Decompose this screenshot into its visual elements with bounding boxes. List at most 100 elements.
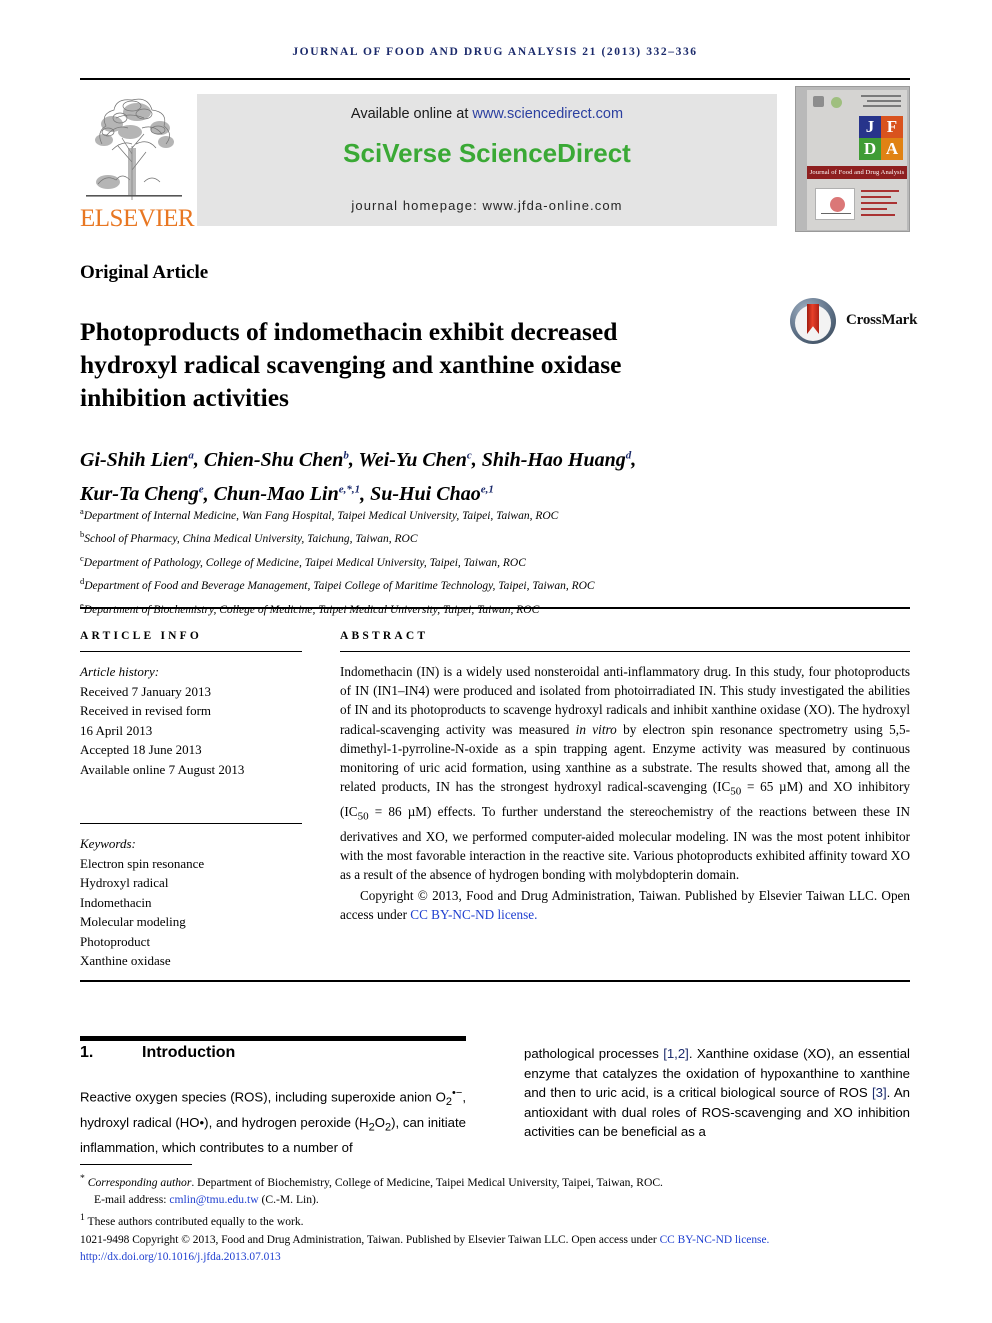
section-heading-bar — [80, 1036, 466, 1041]
article-history-item: Received in revised form — [80, 703, 212, 718]
email-link[interactable]: cmlin@tmu.edu.tw — [169, 1193, 258, 1206]
cover-masthead-line-3 — [863, 105, 901, 107]
cover-top-icons — [813, 96, 853, 110]
cover-icon-left — [813, 96, 824, 107]
section-title: Introduction — [142, 1044, 236, 1061]
body-column-right: pathological processes [1,2]. Xanthine o… — [524, 1046, 911, 1140]
article-info-rule — [80, 651, 302, 652]
abstract-copyright: Copyright © 2013, Food and Drug Administ… — [340, 886, 910, 924]
doi-link[interactable]: http://dx.doi.org/10.1016/j.jfda.2013.07… — [80, 1249, 910, 1266]
abstract-column: ABSTRACT Indomethacin (IN) is a widely u… — [340, 630, 910, 924]
section-number: 1. — [80, 1044, 94, 1061]
footnote-mark-one: 1 — [80, 1212, 85, 1224]
crossmark-label: CrossMark — [846, 312, 918, 328]
cover-masthead-lines — [859, 95, 901, 107]
cover-title-text: Journal of Food and Drug Analysis — [809, 169, 905, 176]
article-history-item: Received 7 January 2013 — [80, 683, 212, 699]
abstract-body: Indomethacin (IN) is a widely used nonst… — [340, 662, 910, 924]
corresponding-author-address: . Department of Biochemistry, College of… — [191, 1175, 663, 1189]
body-column-left: Reactive oxygen species (ROS), including… — [80, 1087, 466, 1155]
email-label: E-mail address: — [94, 1193, 170, 1207]
citation-ref[interactable]: [3] — [872, 1085, 887, 1100]
journal-homepage-line[interactable]: journal homepage: www.jfda-online.com — [197, 198, 777, 213]
keywords-rule — [80, 823, 302, 824]
article-info-heading: ARTICLE INFO — [80, 630, 203, 642]
affiliation-text: Department of Biochemistry, College of M… — [83, 603, 540, 616]
cover-figure-thumbnail — [815, 188, 855, 220]
available-online-prefix: Available online at — [350, 106, 473, 122]
affiliation-item: aDepartment of Internal Medicine, Wan Fa… — [80, 502, 880, 525]
affiliation-text: School of Pharmacy, China Medical Univer… — [84, 533, 418, 546]
affiliation-text: Department of Pathology, College of Medi… — [83, 556, 526, 569]
keyword-item: Hydroxyl radical — [80, 875, 169, 890]
article-type-label: Original Article — [80, 262, 209, 283]
corresponding-author-label: Corresponding author — [87, 1175, 192, 1189]
author-name[interactable]: Shih-Hao Huangd — [482, 449, 631, 471]
article-history-item: Accepted 18 June 2013 — [80, 742, 202, 757]
cover-masthead-line-1 — [861, 95, 901, 97]
cover-icon-right — [831, 97, 842, 108]
journal-cover-inner: J F D A Journal of Food and Drug Analysi… — [807, 90, 907, 230]
article-history-item: 16 April 2013 — [80, 722, 153, 738]
author-name[interactable]: Chien-Shu Chenb — [204, 449, 349, 471]
cover-contents-line-4 — [861, 208, 887, 210]
page-title: Photoproducts of indomethacin exhibit de… — [80, 317, 622, 413]
jfda-tile-f: F — [881, 116, 903, 138]
elsevier-logo: ELSEVIER — [80, 86, 195, 232]
footnote-equal-contribution: 1 These authors contributed equally to t… — [80, 1209, 910, 1230]
jfda-tile-d: D — [859, 138, 881, 160]
journal-cover-thumbnail[interactable]: J F D A Journal of Food and Drug Analysi… — [795, 86, 910, 232]
cover-masthead-line-2 — [867, 100, 901, 102]
keyword-item: Photoproduct — [80, 933, 151, 949]
keywords-label: Keywords: — [80, 836, 136, 851]
cover-contents-line-3 — [861, 202, 897, 204]
article-history-item: Available online 7 August 2013 — [80, 761, 245, 777]
keyword-item: Xanthine oxidase — [80, 953, 171, 968]
imprint-issn-copyright: 1021-9498 Copyright © 2013, Food and Dru… — [80, 1234, 660, 1246]
affiliation-item: bSchool of Pharmacy, China Medical Unive… — [80, 525, 880, 548]
keyword-item: Molecular modeling — [80, 914, 186, 929]
jfda-logo: J F D A — [859, 116, 903, 160]
footnote-mark-asterisk: * — [80, 1173, 85, 1184]
affiliation-list: aDepartment of Internal Medicine, Wan Fa… — [80, 502, 880, 619]
info-block-top-rule — [80, 607, 910, 609]
article-history-label: Article history: — [80, 664, 160, 679]
author-affiliation-mark: b — [343, 449, 349, 461]
author-affiliation-mark: d — [625, 449, 632, 461]
imprint-copyright-line: 1021-9498 Copyright © 2013, Food and Dru… — [80, 1232, 910, 1249]
author-affiliation-mark: a — [188, 449, 194, 461]
affiliation-text: Department of Internal Medicine, Wan Fan… — [83, 509, 559, 522]
author-name[interactable]: Wei-Yu Chenc — [359, 449, 472, 471]
crossmark-badge[interactable]: CrossMark — [790, 296, 917, 348]
abstract-license-link[interactable]: CC BY-NC-ND license. — [410, 907, 537, 922]
author-name[interactable]: Gi-Shih Liena — [80, 449, 194, 471]
cover-contents-line-5 — [861, 214, 895, 216]
journal-header-band: ELSEVIER Available online at www.science… — [80, 86, 910, 232]
imprint-license-link[interactable]: CC BY-NC-ND license. — [660, 1234, 770, 1246]
citation-ref[interactable]: [1,2] — [663, 1046, 689, 1061]
footnote-block: * Corresponding author. Department of Bi… — [80, 1170, 910, 1231]
running-head: JOURNAL OF FOOD AND DRUG ANALYSIS 21 (20… — [292, 46, 698, 58]
sciverse-sciencedirect-logo-text: SciVerse ScienceDirect — [343, 138, 631, 168]
section-heading: 1. Introduction — [80, 1044, 480, 1062]
available-online-line: Available online at www.sciencedirect.co… — [197, 106, 777, 122]
jfda-tile-j: J — [859, 116, 881, 138]
article-info-column: ARTICLE INFO Article history: Received 7… — [80, 630, 302, 971]
affiliation-item: cDepartment of Pathology, College of Med… — [80, 549, 880, 572]
keyword-item: Indomethacin — [80, 894, 152, 910]
abstract-rule — [340, 651, 910, 652]
crossmark-icon — [790, 298, 836, 344]
cover-contents-line-1 — [861, 190, 899, 192]
cover-contents-lines — [861, 190, 901, 218]
imprint-block: 1021-9498 Copyright © 2013, Food and Dru… — [80, 1232, 910, 1265]
abstract-heading: ABSTRACT — [340, 630, 429, 642]
sciencedirect-url-link[interactable]: www.sciencedirect.com — [472, 106, 623, 122]
footnote-email-line: E-mail address: cmlin@tmu.edu.tw (C.-M. … — [80, 1191, 910, 1209]
article-first-page: JOURNAL OF FOOD AND DRUG ANALYSIS 21 (20… — [0, 0, 992, 1323]
author-affiliation-mark: e,*,1 — [338, 483, 361, 496]
footnote-rule — [80, 1164, 192, 1165]
author-affiliation-mark: e — [198, 483, 204, 496]
author-affiliation-mark: e,1 — [480, 483, 494, 496]
jfda-tile-a: A — [881, 138, 903, 160]
footnote-corresponding-author: * Corresponding author. Department of Bi… — [80, 1170, 910, 1191]
